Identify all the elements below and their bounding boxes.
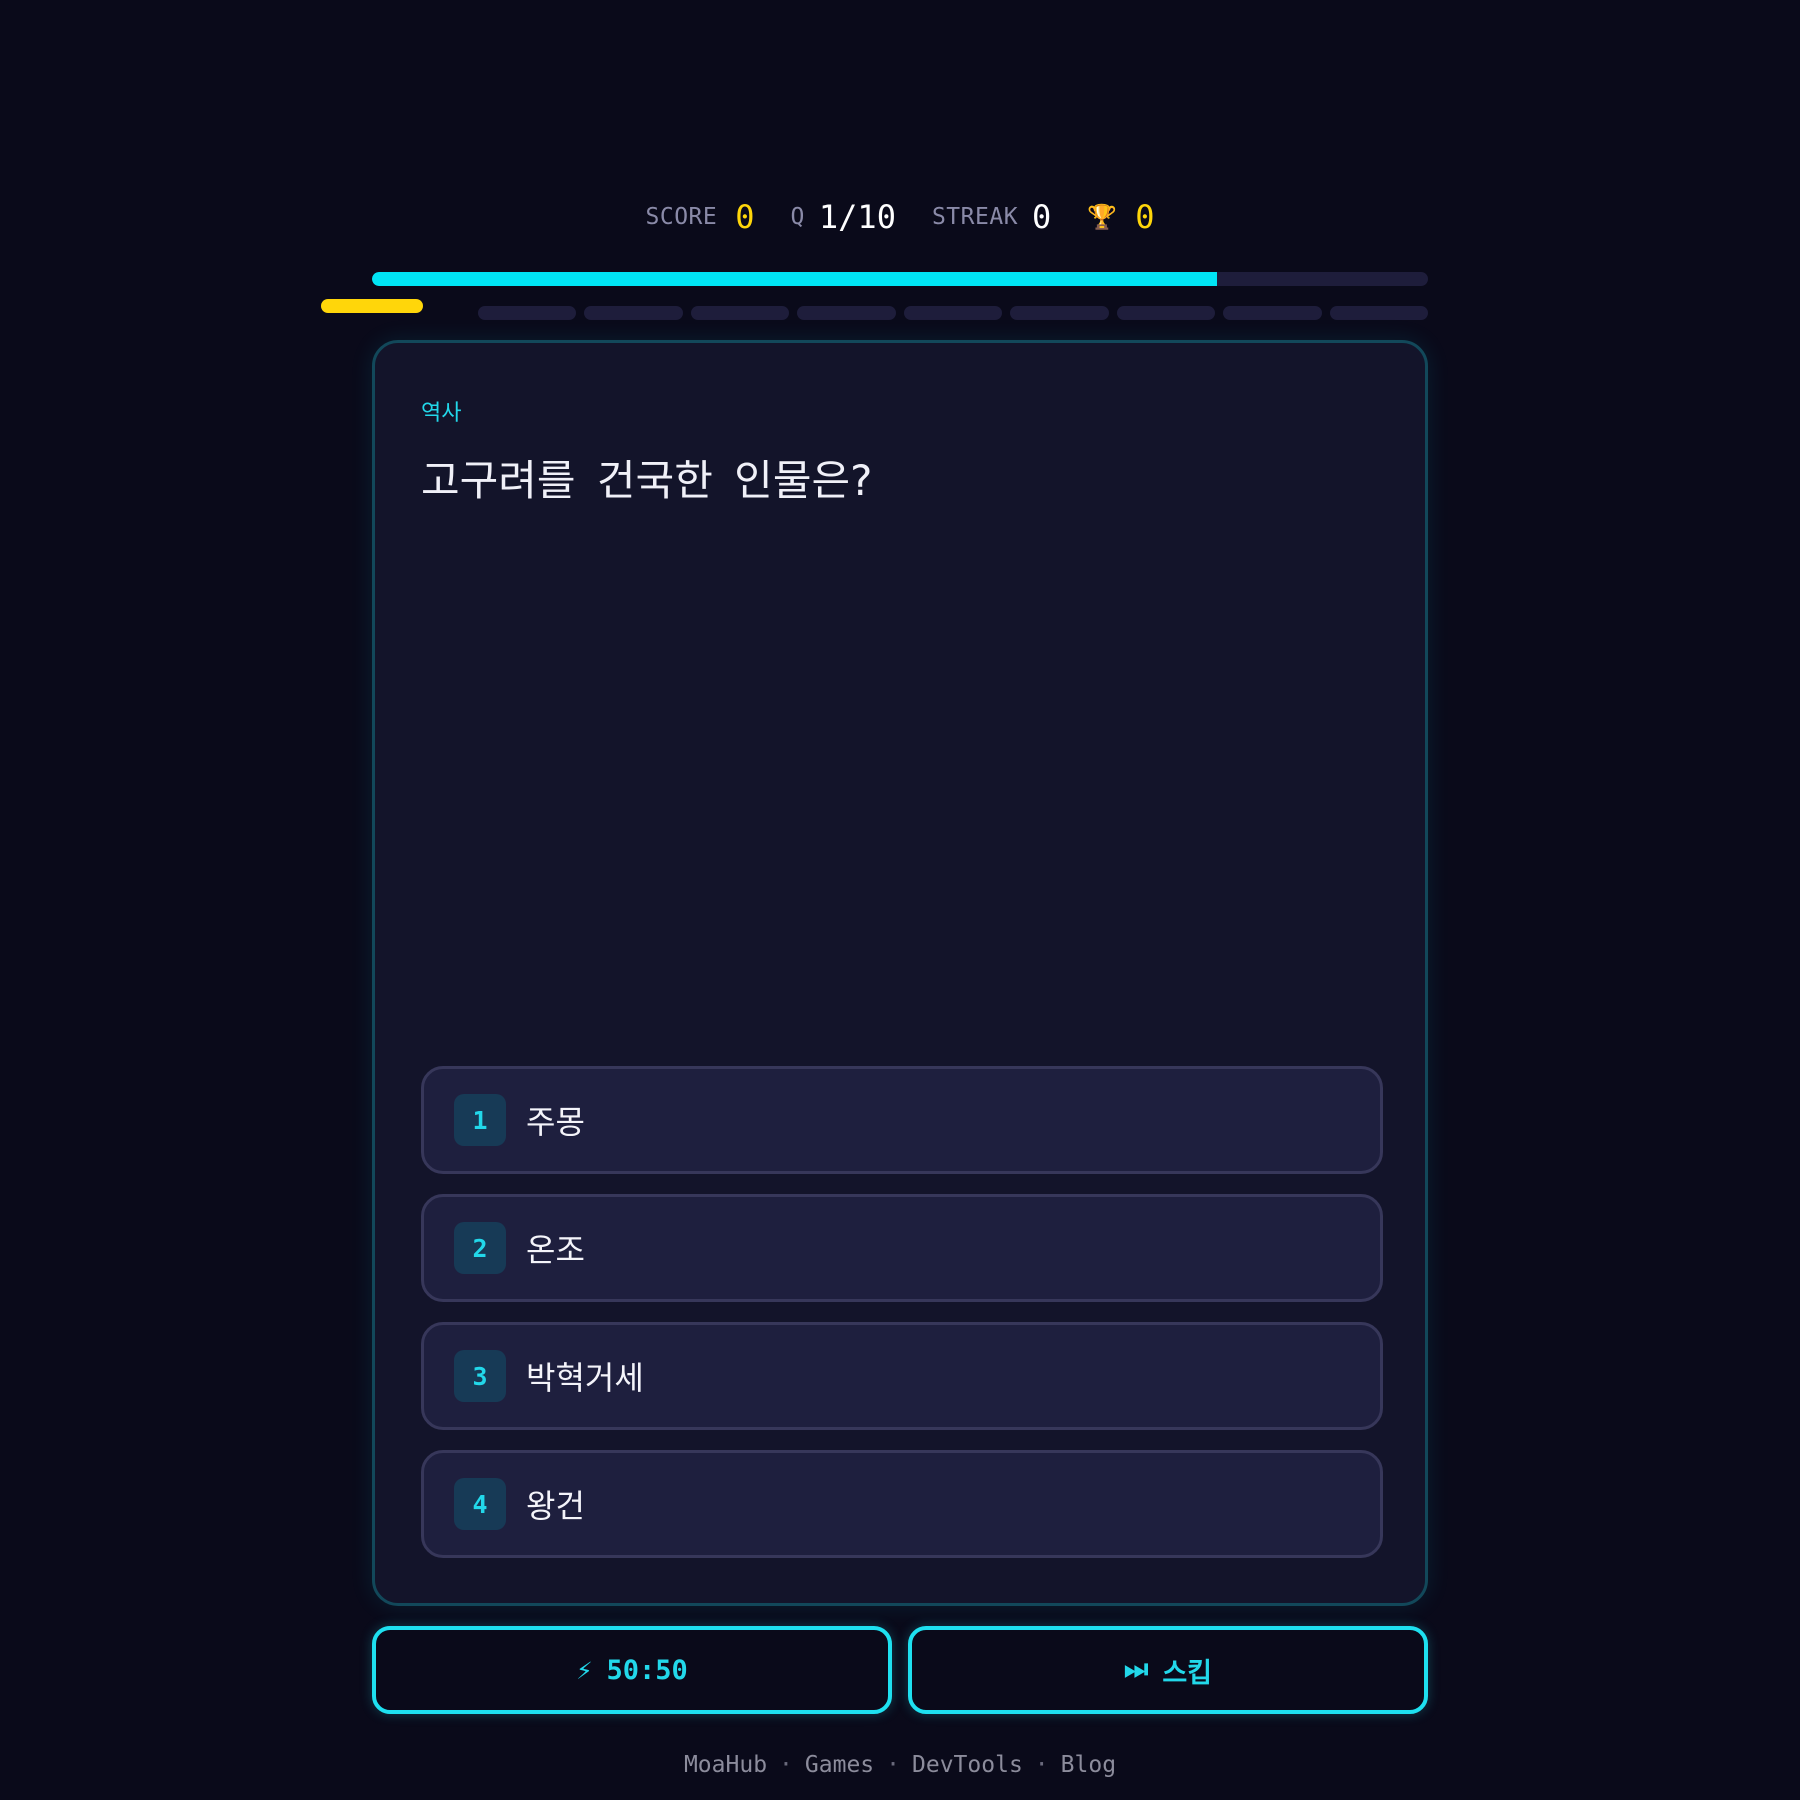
timer-fill xyxy=(372,272,1217,286)
answer-option-1[interactable]: 1 주몽 xyxy=(421,1066,1383,1174)
question-counter: 1/10 xyxy=(818,198,896,236)
option-number-badge: 3 xyxy=(454,1350,506,1402)
streak-label: STREAK xyxy=(931,204,1019,230)
option-label: 온조 xyxy=(526,1231,585,1269)
progress-step xyxy=(584,306,683,320)
footer-nav: MoaHub · Games · DevTools · Blog xyxy=(0,1752,1800,1778)
progress-step xyxy=(797,306,896,320)
option-number-badge: 1 xyxy=(454,1094,506,1146)
answer-option-4[interactable]: 4 왕건 xyxy=(421,1450,1383,1558)
streak-value: 0 xyxy=(1032,198,1052,236)
footer-link-devtools[interactable]: DevTools xyxy=(912,1752,1023,1778)
question-card: 역사 고구려를 건국한 인물은? 1 주몽 2 온조 3 박혁거세 4 왕건 xyxy=(372,340,1428,1606)
footer-link-moahub[interactable]: MoaHub xyxy=(684,1752,767,1778)
footer-separator: · xyxy=(779,1752,793,1778)
option-number-badge: 2 xyxy=(454,1222,506,1274)
answer-options: 1 주몽 2 온조 3 박혁거세 4 왕건 xyxy=(421,1066,1383,1558)
option-label: 주몽 xyxy=(526,1103,585,1141)
question-text: 고구려를 건국한 인물은? xyxy=(421,456,873,505)
timer-bar xyxy=(372,272,1428,286)
skip-button[interactable]: ⏭ 스킵 xyxy=(908,1626,1428,1714)
score-label: SCORE xyxy=(645,204,718,230)
skip-forward-icon: ⏭ xyxy=(1124,1654,1149,1685)
progress-step xyxy=(478,306,577,320)
question-label: Q xyxy=(790,204,805,230)
fifty-fifty-label: 50:50 xyxy=(606,1654,688,1686)
option-label: 왕건 xyxy=(526,1487,585,1525)
footer-separator: · xyxy=(886,1752,901,1778)
progress-step xyxy=(1116,306,1216,320)
question-category: 역사 xyxy=(421,401,462,426)
trophy-icon: 🏆 xyxy=(1087,203,1118,231)
answer-option-3[interactable]: 3 박혁거세 xyxy=(421,1322,1383,1430)
fifty-fifty-button[interactable]: ⚡ 50:50 xyxy=(372,1626,892,1714)
footer-link-games[interactable]: Games xyxy=(805,1752,874,1778)
stats-bar: SCORE 0 Q 1/10 STREAK 0 🏆 0 xyxy=(0,192,1800,242)
progress-step xyxy=(903,306,1003,320)
progress-step xyxy=(690,306,790,320)
progress-step xyxy=(1010,306,1109,320)
footer-separator: · xyxy=(1034,1752,1049,1778)
option-label: 박혁거세 xyxy=(526,1359,644,1397)
score-value: 0 xyxy=(735,198,755,236)
answer-option-2[interactable]: 2 온조 xyxy=(421,1194,1383,1302)
option-number-badge: 4 xyxy=(454,1478,506,1530)
progress-step xyxy=(1329,306,1428,320)
question-progress xyxy=(478,306,1428,320)
lightning-icon: ⚡ xyxy=(576,1654,593,1686)
lifeline-bar: ⚡ 50:50 ⏭ 스킵 xyxy=(372,1626,1428,1714)
footer-link-blog[interactable]: Blog xyxy=(1061,1752,1116,1778)
best-score-value: 0 xyxy=(1135,198,1155,236)
skip-label: 스킵 xyxy=(1162,1657,1212,1689)
progress-current-step xyxy=(321,299,423,313)
progress-step xyxy=(1223,306,1322,320)
